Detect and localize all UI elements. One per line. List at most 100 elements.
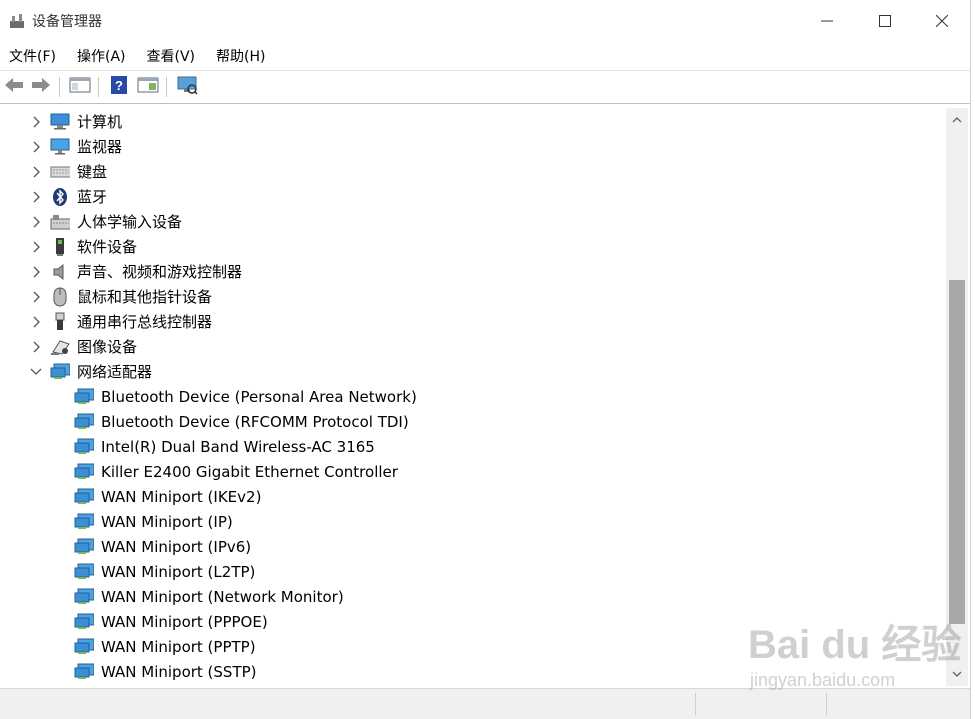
network-adapter-icon: [74, 638, 94, 656]
tree-label: Killer E2400 Gigabit Ethernet Controller: [101, 462, 398, 481]
keyboard-icon: [50, 163, 70, 181]
software-device-icon: [50, 237, 70, 256]
menu-file[interactable]: 文件(F): [9, 44, 56, 68]
network-adapter-icon: [74, 663, 94, 681]
menu-bar: 文件(F) 操作(A) 查看(V) 帮助(H): [0, 42, 970, 70]
tree-device-row[interactable]: WAN Miniport (SSTP): [0, 659, 940, 684]
tree-label: 计算机: [77, 113, 123, 131]
tree-device-row[interactable]: WAN Miniport (L2TP): [0, 559, 940, 584]
tree-category-software-devices[interactable]: 软件设备: [0, 234, 940, 259]
status-bar: [0, 688, 970, 719]
network-adapter-icon: [74, 613, 94, 631]
tree-device-row[interactable]: WAN Miniport (IKEv2): [0, 484, 940, 509]
tree-category-hid[interactable]: 人体学输入设备: [0, 209, 940, 234]
tree-category-mouse[interactable]: 鼠标和其他指针设备: [0, 284, 940, 309]
maximize-button[interactable]: [856, 4, 914, 38]
tree-label: 人体学输入设备: [77, 213, 183, 231]
computer-icon: [50, 113, 70, 131]
tree-device-row[interactable]: Bluetooth Device (RFCOMM Protocol TDI): [0, 409, 940, 434]
chevron-right-icon[interactable]: [30, 315, 44, 329]
scan-hardware-icon: [176, 75, 198, 99]
status-cell: [695, 693, 826, 715]
properties-icon: [69, 76, 91, 98]
tree-label: Intel(R) Dual Band Wireless-AC 3165: [101, 437, 375, 456]
tree-label: WAN Miniport (PPPOE): [101, 612, 268, 631]
forward-button[interactable]: [29, 76, 53, 98]
tree-category-usb[interactable]: 通用串行总线控制器: [0, 309, 940, 334]
toolbar-separator: [166, 77, 167, 97]
update-driver-icon: [137, 76, 159, 98]
show-hide-console-tree-button[interactable]: [68, 76, 92, 98]
chevron-right-icon[interactable]: [30, 240, 44, 254]
tree-label: 图像设备: [77, 338, 138, 356]
close-button[interactable]: [913, 4, 971, 38]
tree-device-row[interactable]: WAN Miniport (IPv6): [0, 534, 940, 559]
chevron-right-icon[interactable]: [30, 215, 44, 229]
scroll-thumb[interactable]: [949, 280, 965, 624]
menu-view[interactable]: 查看(V): [147, 44, 196, 68]
help-button[interactable]: ?: [107, 76, 131, 98]
mouse-icon: [50, 287, 70, 306]
network-adapter-icon: [74, 463, 94, 481]
chevron-right-icon[interactable]: [30, 190, 44, 204]
svg-text:?: ?: [115, 78, 123, 93]
tree-category-keyboard[interactable]: 键盘: [0, 159, 940, 184]
vertical-scrollbar[interactable]: [946, 108, 968, 686]
menu-action[interactable]: 操作(A): [77, 44, 126, 68]
update-driver-button[interactable]: [136, 76, 160, 98]
tree-device-row[interactable]: WAN Miniport (Network Monitor): [0, 584, 940, 609]
tree-label: WAN Miniport (L2TP): [101, 562, 256, 581]
chevron-right-icon[interactable]: [30, 340, 44, 354]
tree-label: WAN Miniport (PPTP): [101, 637, 256, 656]
chevron-right-icon[interactable]: [30, 115, 44, 129]
help-icon: ?: [109, 75, 129, 99]
scroll-up-button[interactable]: [946, 110, 968, 130]
scan-hardware-button[interactable]: [175, 76, 199, 98]
tree-label: WAN Miniport (IPv6): [101, 537, 252, 556]
tree-device-row[interactable]: Killer E2400 Gigabit Ethernet Controller: [0, 459, 940, 484]
network-adapter-icon: [74, 388, 94, 406]
network-adapter-icon: [74, 413, 94, 431]
chevron-right-icon[interactable]: [30, 290, 44, 304]
tree-label: 蓝牙: [77, 188, 108, 206]
tree-label: WAN Miniport (Network Monitor): [101, 587, 344, 606]
tree-category-sound[interactable]: 声音、视频和游戏控制器: [0, 259, 940, 284]
network-adapter-icon: [74, 538, 94, 556]
network-adapter-icon: [74, 438, 94, 456]
device-tree: 计算机 监视器 键盘 蓝牙 人体学输入设备 软件设备 声音、视频和游戏控制器 鼠…: [0, 108, 945, 686]
menu-help[interactable]: 帮助(H): [216, 44, 265, 68]
tree-label: WAN Miniport (SSTP): [101, 662, 257, 681]
tree-device-row[interactable]: WAN Miniport (IP): [0, 509, 940, 534]
chevron-right-icon[interactable]: [30, 265, 44, 279]
tree-label: 鼠标和其他指针设备: [77, 288, 213, 306]
back-button[interactable]: [2, 76, 26, 98]
tree-label: 监视器: [77, 138, 123, 156]
tree-label: 软件设备: [77, 238, 138, 256]
title-bar: 设备管理器: [0, 0, 970, 40]
network-adapter-icon: [74, 488, 94, 506]
tree-label: 通用串行总线控制器: [77, 313, 213, 331]
scroll-down-button[interactable]: [946, 664, 968, 684]
toolbar-separator: [59, 77, 60, 97]
tree-device-row[interactable]: Intel(R) Dual Band Wireless-AC 3165: [0, 434, 940, 459]
tree-category-network-adapters[interactable]: 网络适配器: [0, 359, 940, 384]
monitor-icon: [50, 138, 70, 156]
tree-category-bluetooth[interactable]: 蓝牙: [0, 184, 940, 209]
window-title: 设备管理器: [32, 14, 102, 30]
tree-device-row[interactable]: WAN Miniport (PPPOE): [0, 609, 940, 634]
tree-category-imaging[interactable]: 图像设备: [0, 334, 940, 359]
tree-device-row[interactable]: WAN Miniport (PPTP): [0, 634, 940, 659]
network-adapter-icon: [74, 588, 94, 606]
camera-icon: [50, 338, 70, 356]
minimize-button[interactable]: [798, 4, 856, 38]
device-manager-icon: [8, 12, 26, 30]
tree-device-row[interactable]: Bluetooth Device (Personal Area Network): [0, 384, 940, 409]
tree-label: 键盘: [77, 163, 108, 181]
network-adapter-icon: [74, 513, 94, 531]
chevron-right-icon[interactable]: [30, 140, 44, 154]
chevron-right-icon[interactable]: [30, 165, 44, 179]
tree-category-monitor[interactable]: 监视器: [0, 134, 940, 159]
toolbar: ?: [0, 70, 970, 104]
chevron-down-icon[interactable]: [29, 365, 43, 379]
tree-category-computer[interactable]: 计算机: [0, 109, 940, 134]
